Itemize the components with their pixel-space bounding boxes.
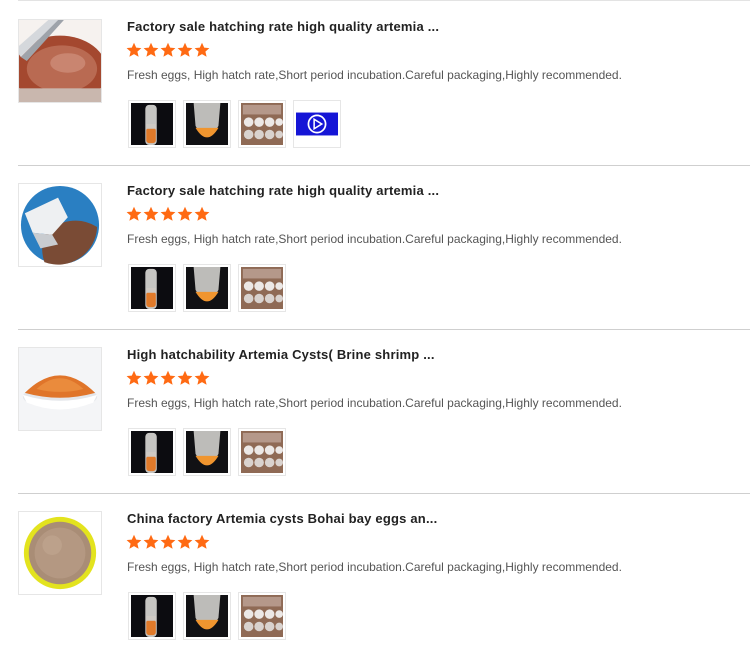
product-thumbnail[interactable] — [18, 347, 102, 431]
play-video-icon — [296, 103, 338, 145]
star-icon — [194, 534, 210, 549]
star-icon — [194, 370, 210, 385]
review-photo-tube[interactable] — [128, 100, 176, 148]
review-photo-cone-tube[interactable] — [183, 428, 231, 476]
review-title[interactable]: High hatchability Artemia Cysts( Brine s… — [127, 347, 435, 362]
star-icon — [143, 42, 159, 57]
tray-photo-image — [241, 431, 283, 473]
star-rating — [126, 206, 210, 222]
star-icon — [143, 206, 159, 221]
artemia-pour-image — [19, 184, 101, 266]
star-icon — [143, 534, 159, 549]
star-icon — [194, 206, 210, 221]
review-text: Fresh eggs, High hatch rate,Short period… — [127, 560, 622, 574]
star-rating — [126, 370, 210, 386]
star-icon — [126, 42, 142, 57]
review-photos — [128, 100, 341, 148]
star-icon — [126, 534, 142, 549]
star-icon — [160, 534, 176, 549]
star-icon — [160, 42, 176, 57]
star-icon — [177, 206, 193, 221]
artemia-dish-image — [19, 512, 101, 594]
review-photo-tube[interactable] — [128, 592, 176, 640]
review-photo-tray[interactable] — [238, 428, 286, 476]
star-icon — [177, 370, 193, 385]
product-thumbnail[interactable] — [18, 511, 102, 595]
review-photo-cone-tube[interactable] — [183, 100, 231, 148]
star-rating — [126, 42, 210, 58]
star-icon — [177, 42, 193, 57]
product-thumbnail[interactable] — [18, 19, 102, 103]
cone-tube-photo-image — [186, 595, 228, 637]
review-photos — [128, 592, 286, 640]
tray-photo-image — [241, 267, 283, 309]
review-title[interactable]: China factory Artemia cysts Bohai bay eg… — [127, 511, 437, 526]
star-icon — [126, 370, 142, 385]
review-title[interactable]: Factory sale hatching rate high quality … — [127, 183, 439, 198]
review-photo-tube[interactable] — [128, 264, 176, 312]
star-icon — [126, 206, 142, 221]
star-icon — [143, 370, 159, 385]
artemia-jar-image — [19, 20, 101, 102]
review-list: Factory sale hatching rate high quality … — [0, 2, 750, 657]
review-photos — [128, 264, 286, 312]
review-item: China factory Artemia cysts Bohai bay eg… — [18, 494, 750, 657]
cone-tube-photo-image — [186, 431, 228, 473]
review-item: Factory sale hatching rate high quality … — [18, 166, 750, 330]
review-photo-tray[interactable] — [238, 100, 286, 148]
cone-tube-photo-image — [186, 103, 228, 145]
tube-photo-image — [131, 103, 173, 145]
review-photo-tray[interactable] — [238, 592, 286, 640]
tube-photo-image — [131, 267, 173, 309]
star-icon — [160, 206, 176, 221]
star-icon — [160, 370, 176, 385]
review-title[interactable]: Factory sale hatching rate high quality … — [127, 19, 439, 34]
review-photo-tray[interactable] — [238, 264, 286, 312]
review-item: High hatchability Artemia Cysts( Brine s… — [18, 330, 750, 494]
review-photo-tube[interactable] — [128, 428, 176, 476]
tube-photo-image — [131, 595, 173, 637]
review-item: Factory sale hatching rate high quality … — [18, 2, 750, 166]
review-photos — [128, 428, 286, 476]
tray-photo-image — [241, 595, 283, 637]
product-thumbnail[interactable] — [18, 183, 102, 267]
review-text: Fresh eggs, High hatch rate,Short period… — [127, 232, 622, 246]
cone-tube-photo-image — [186, 267, 228, 309]
top-divider — [18, 0, 750, 1]
tube-photo-image — [131, 431, 173, 473]
star-icon — [177, 534, 193, 549]
review-text: Fresh eggs, High hatch rate,Short period… — [127, 68, 622, 82]
star-icon — [194, 42, 210, 57]
tray-photo-image — [241, 103, 283, 145]
review-photo-cone-tube[interactable] — [183, 592, 231, 640]
review-text: Fresh eggs, High hatch rate,Short period… — [127, 396, 622, 410]
star-rating — [126, 534, 210, 550]
review-video-thumbnail[interactable] — [293, 100, 341, 148]
artemia-powder-image — [19, 348, 101, 430]
review-photo-cone-tube[interactable] — [183, 264, 231, 312]
